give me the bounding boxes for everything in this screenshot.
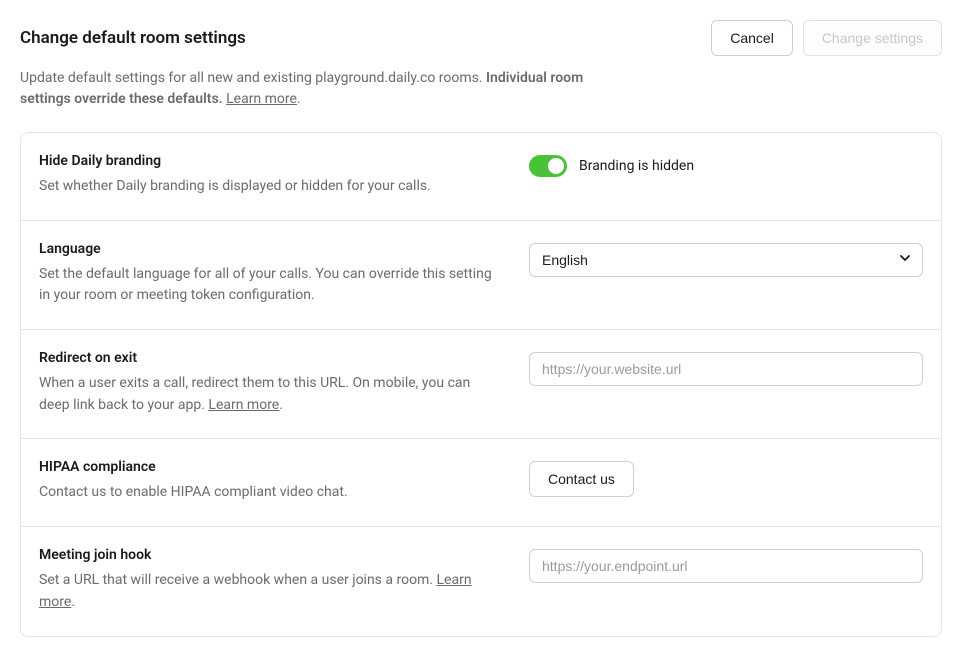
redirect-desc: When a user exits a call, redirect them …: [39, 373, 499, 416]
settings-panel: Hide Daily branding Set whether Daily br…: [20, 132, 942, 637]
branding-desc: Set whether Daily branding is displayed …: [39, 176, 499, 198]
redirect-desc-suffix: .: [279, 397, 283, 413]
setting-webhook: Meeting join hook Set a URL that will re…: [21, 527, 941, 635]
page-subtitle: Update default settings for all new and …: [20, 68, 600, 110]
toggle-knob: [548, 158, 564, 174]
setting-hipaa: HIPAA compliance Contact us to enable HI…: [21, 439, 941, 527]
change-settings-button[interactable]: Change settings: [803, 20, 942, 56]
webhook-desc-suffix: .: [71, 594, 75, 610]
redirect-title: Redirect on exit: [39, 350, 499, 366]
webhook-desc: Set a URL that will receive a webhook wh…: [39, 570, 499, 613]
setting-redirect: Redirect on exit When a user exits a cal…: [21, 330, 941, 439]
webhook-desc-prefix: Set a URL that will receive a webhook wh…: [39, 572, 437, 588]
contact-us-button[interactable]: Contact us: [529, 461, 634, 497]
redirect-url-input[interactable]: [529, 352, 923, 386]
webhook-title: Meeting join hook: [39, 547, 499, 563]
language-select[interactable]: English: [529, 243, 923, 277]
cancel-button[interactable]: Cancel: [711, 20, 793, 56]
learn-more-link[interactable]: Learn more: [226, 91, 297, 107]
webhook-url-input[interactable]: [529, 549, 923, 583]
language-title: Language: [39, 241, 499, 257]
page-title: Change default room settings: [20, 20, 246, 48]
header-actions: Cancel Change settings: [711, 20, 942, 56]
subtitle-prefix: Update default settings for all new and …: [20, 70, 486, 86]
branding-toggle-label: Branding is hidden: [579, 158, 694, 174]
hipaa-title: HIPAA compliance: [39, 459, 499, 475]
language-desc: Set the default language for all of your…: [39, 264, 499, 307]
hipaa-desc: Contact us to enable HIPAA compliant vid…: [39, 482, 499, 504]
subtitle-suffix: .: [297, 91, 301, 107]
redirect-learn-more-link[interactable]: Learn more: [208, 397, 279, 413]
branding-toggle[interactable]: [529, 155, 567, 177]
setting-language: Language Set the default language for al…: [21, 221, 941, 330]
setting-branding: Hide Daily branding Set whether Daily br…: [21, 133, 941, 221]
branding-title: Hide Daily branding: [39, 153, 499, 169]
